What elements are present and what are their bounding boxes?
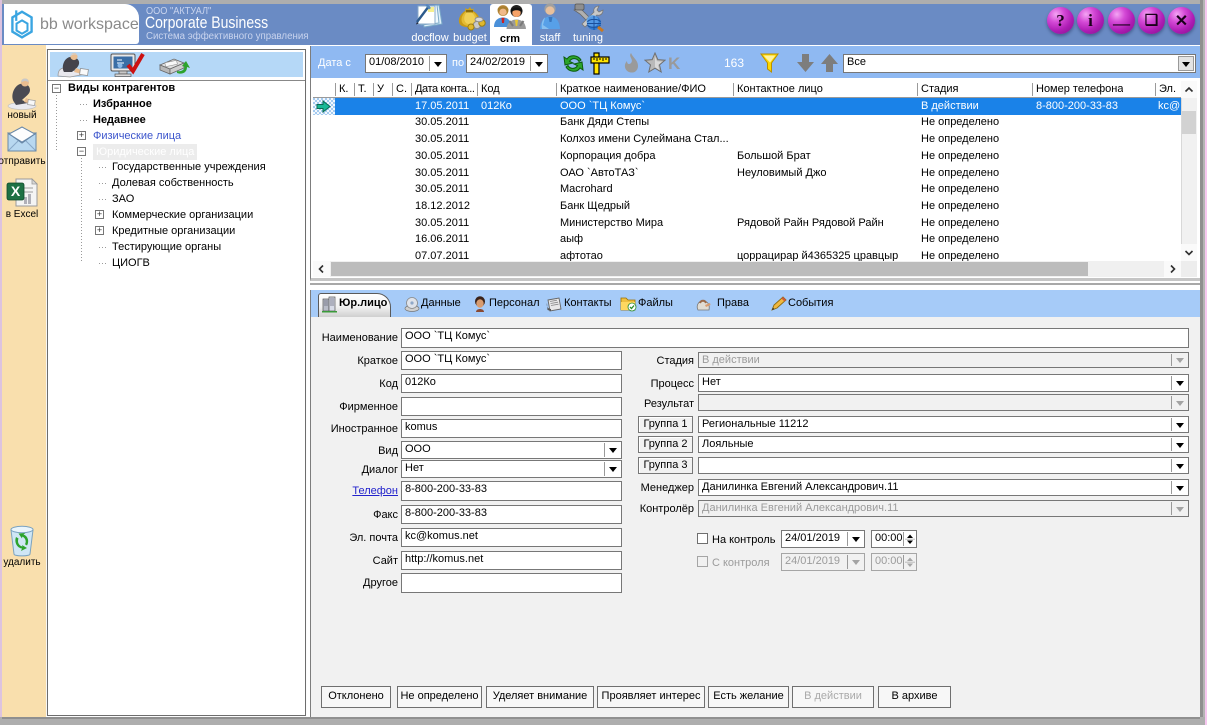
svg-text:X: X <box>11 183 21 199</box>
